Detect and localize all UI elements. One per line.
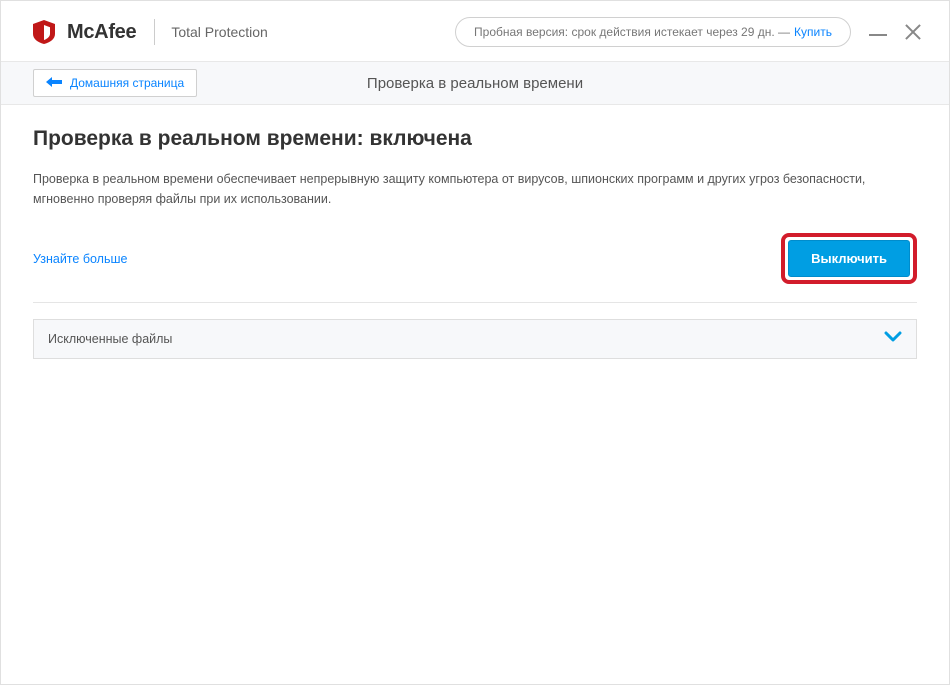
minimize-icon[interactable] (869, 34, 887, 36)
brand-name: McAfee (67, 21, 136, 44)
brand-separator (154, 19, 155, 45)
arrow-left-icon (46, 76, 62, 90)
back-label: Домашняя страница (70, 76, 184, 90)
main-content: Проверка в реальном времени: включена Пр… (1, 105, 949, 359)
app-window: McAfee Total Protection Пробная версия: … (0, 0, 950, 685)
action-row: Узнайте больше Выключить (33, 233, 917, 303)
highlight-annotation: Выключить (781, 233, 917, 284)
excluded-files-panel[interactable]: Исключенные файлы (33, 319, 917, 359)
back-home-button[interactable]: Домашняя страница (33, 69, 197, 97)
feature-description: Проверка в реальном времени обеспечивает… (33, 169, 913, 209)
learn-more-link[interactable]: Узнайте больше (33, 252, 127, 266)
panel-label: Исключенные файлы (48, 332, 172, 346)
header-bar: McAfee Total Protection Пробная версия: … (1, 1, 949, 61)
disable-button[interactable]: Выключить (788, 240, 910, 277)
brand-area: McAfee Total Protection (33, 19, 268, 45)
buy-link[interactable]: Купить (794, 25, 832, 39)
chevron-down-icon (884, 330, 902, 348)
close-icon[interactable] (905, 24, 921, 40)
product-name: Total Protection (171, 24, 268, 40)
page-heading: Проверка в реальном времени: включена (33, 127, 917, 151)
trial-status-pill[interactable]: Пробная версия: срок действия истекает ч… (455, 17, 851, 47)
subheader-title: Проверка в реальном времени (367, 75, 583, 92)
header-right-controls: Пробная версия: срок действия истекает ч… (455, 17, 921, 47)
subheader-bar: Домашняя страница Проверка в реальном вр… (1, 61, 949, 105)
mcafee-shield-icon (33, 20, 55, 44)
trial-text: Пробная версия: срок действия истекает ч… (474, 25, 790, 39)
